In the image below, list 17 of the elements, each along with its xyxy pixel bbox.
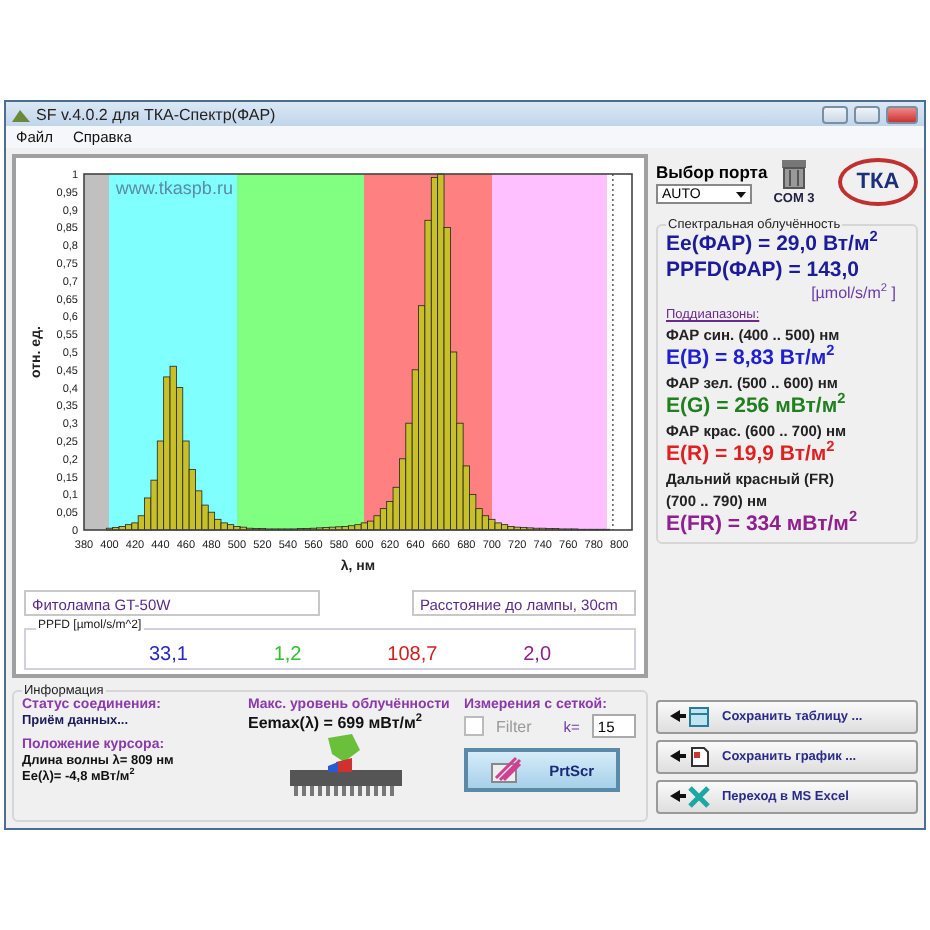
ppfd-total: PPFD(ФАР) = 143,0 [666, 258, 862, 284]
port-title: Выбор порта [656, 162, 768, 182]
total-irradiance: Ee(ФАР) = 29,0 Вт/м$^{2}$ [666, 232, 880, 258]
ppfd-unit: [µmol/s/m$^{2}$ ] [809, 284, 898, 302]
ppfd-value: 33,1 [148, 644, 188, 666]
ppfd-value: 1,2 [273, 644, 302, 666]
max-value: Eemax(λ) = 699 мВт/м$^{2}$ [248, 714, 425, 732]
ppfd-value: 2,0 [523, 644, 552, 666]
logo: ТКА [838, 158, 918, 206]
ppfd-value: 108,7 [387, 644, 438, 666]
site-caption: www.tkaspb.ru [115, 178, 233, 198]
subrange-value: E(FR) = 334 мВт/м$^{2}$ [666, 512, 860, 538]
filter-label: Filter [496, 717, 532, 735]
window-title: SF v.4.0.2 для ТКА-Спектр(ФАР) [36, 105, 278, 123]
subrange-value: E(G) = 256 мВт/м$^{2}$ [666, 394, 848, 420]
subrange-value: E(B) = 8,83 Вт/м$^{2}$ [666, 346, 837, 372]
subrange-value: E(R) = 19,9 Вт/м$^{2}$ [666, 442, 837, 468]
